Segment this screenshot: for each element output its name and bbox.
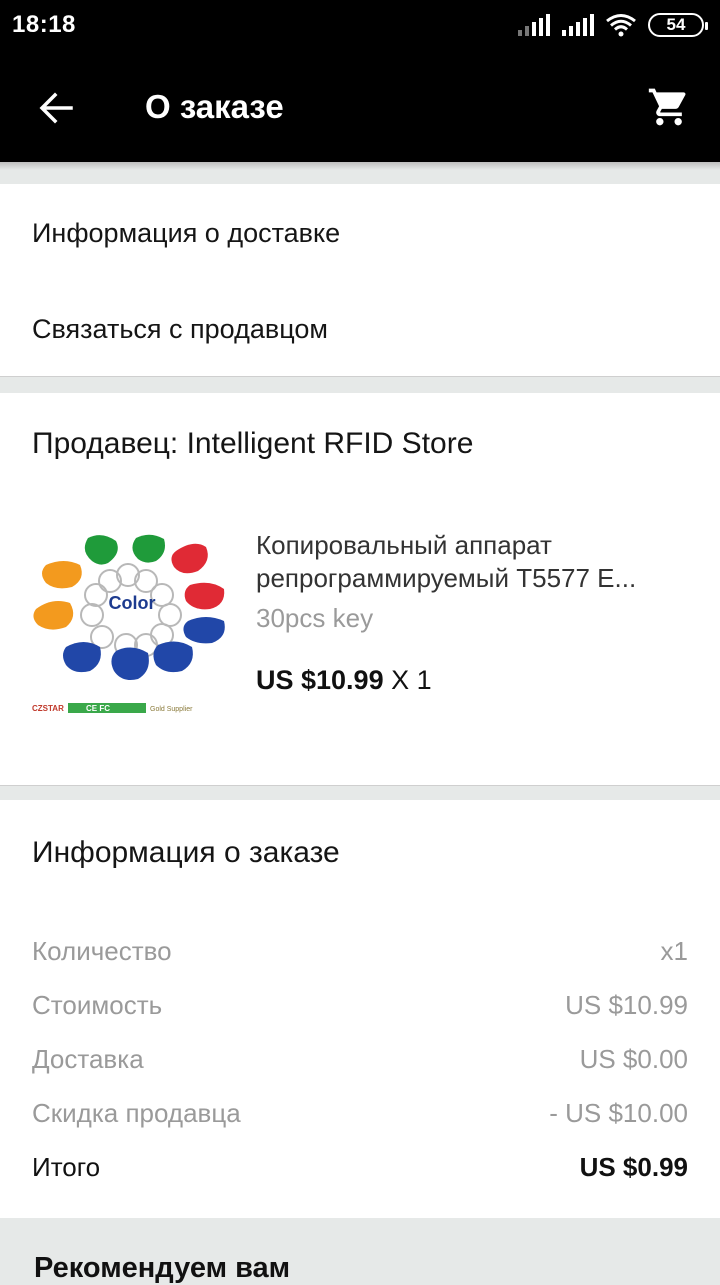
product-name-line-1: Копировальный аппарат: [256, 530, 552, 560]
order-info-title: Информация о заказе: [32, 836, 340, 869]
order-total-label: Итого: [32, 1152, 101, 1182]
order-row-cost: Стоимость US $10.99: [32, 990, 688, 1021]
order-row-total: Итого US $0.99: [32, 1152, 688, 1183]
order-row-value: x1: [660, 936, 688, 966]
product-variant: 30pcs key: [256, 603, 374, 633]
cart-button[interactable]: [640, 78, 698, 136]
arrow-left-icon: [39, 92, 73, 124]
order-row-value: US $0.00: [579, 1044, 688, 1074]
order-row-quantity: Количество x1: [32, 936, 688, 967]
signal-icon: [562, 14, 594, 36]
status-bar: 18:18 54: [0, 0, 720, 50]
battery-icon: 54: [648, 13, 708, 37]
image-brand: CZSTAR: [32, 704, 64, 713]
page-title: О заказе: [145, 88, 284, 125]
back-button[interactable]: [28, 80, 84, 136]
contact-seller-link[interactable]: Связаться с продавцом: [32, 314, 328, 345]
order-row-label: Скидка продавца: [32, 1098, 241, 1128]
image-supplier: Gold Supplier: [150, 706, 193, 713]
seller-name[interactable]: Продавец: Intelligent RFID Store: [32, 427, 473, 461]
recommend-section: Рекомендуем вам: [0, 1218, 720, 1284]
image-marks: CE FC: [86, 704, 110, 713]
order-row-label: Доставка: [32, 1044, 144, 1074]
product-name-line-2: репрограммируемый T5577 E...: [256, 563, 637, 593]
product-price: US $10.99: [256, 665, 384, 695]
recommend-title: Рекомендуем вам: [34, 1252, 291, 1284]
toolbar-shadow: [0, 162, 720, 170]
product-name[interactable]: Копировальный аппарат репрограммируемый …: [256, 529, 686, 595]
order-links-card: Информация о доставке Связаться с продав…: [0, 184, 720, 377]
order-row-shipping: Доставка US $0.00: [32, 1044, 688, 1075]
product-price-line: US $10.99 X 1: [256, 665, 432, 696]
order-total-value: US $0.99: [579, 1152, 688, 1182]
wifi-icon: [606, 14, 636, 37]
order-row-discount: Скидка продавца - US $10.00: [32, 1098, 688, 1129]
order-row-label: Стоимость: [32, 990, 163, 1020]
cart-icon: [648, 88, 686, 126]
battery-level: 54: [666, 15, 686, 34]
order-row-value: US $10.99: [565, 990, 688, 1020]
image-center-label: Color: [109, 593, 156, 613]
status-time: 18:18: [12, 11, 76, 38]
order-info-card: Информация о заказе Количество x1 Стоимо…: [0, 800, 720, 1218]
product-image[interactable]: Color CZSTAR CE FC Gold Supplier: [30, 533, 234, 723]
product-quantity: X 1: [391, 665, 432, 695]
status-icons: 54: [518, 10, 708, 40]
seller-card: Продавец: Intelligent RFID Store Color C…: [0, 393, 720, 786]
app-toolbar: О заказе: [0, 50, 720, 162]
order-row-label: Количество: [32, 936, 172, 966]
rfid-keyfobs-image: Color CZSTAR CE FC Gold Supplier: [30, 533, 234, 723]
order-row-value: - US $10.00: [549, 1098, 688, 1128]
delivery-info-link[interactable]: Информация о доставке: [32, 218, 340, 249]
signal-icon: [518, 14, 550, 36]
